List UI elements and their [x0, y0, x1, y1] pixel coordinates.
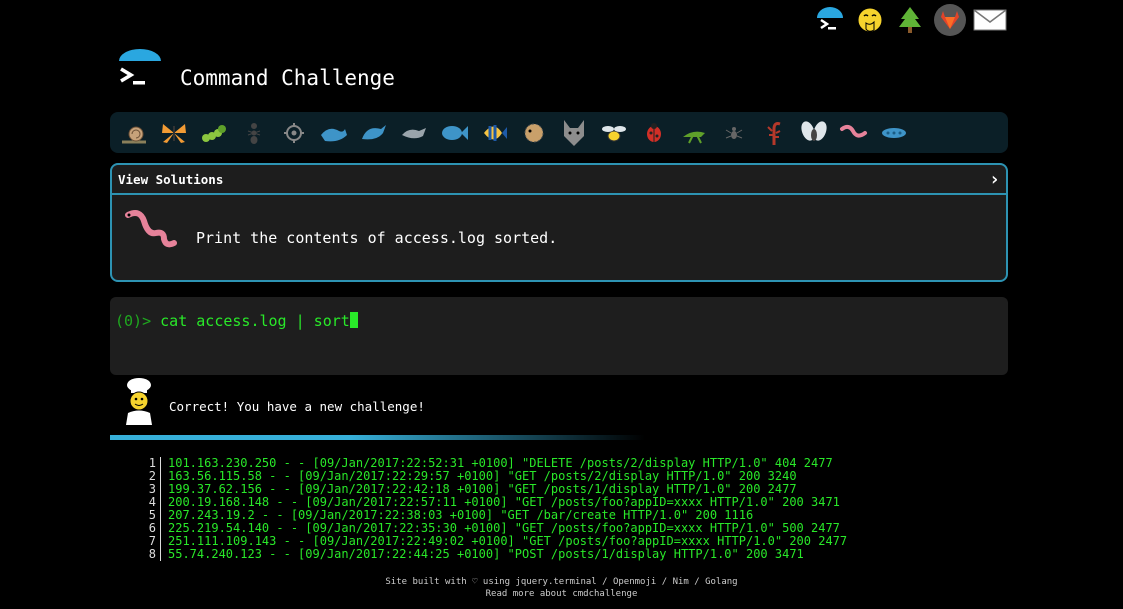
footer-read-more-link[interactable]: Read more about cmdchallenge	[0, 588, 1123, 600]
caterpillar-icon[interactable]	[194, 118, 234, 148]
output-line: 8 55.74.240.123 - - [09/Jan/2017:22:44:25…	[140, 548, 847, 561]
ant-icon[interactable]	[234, 118, 274, 148]
dolphin-icon[interactable]	[354, 118, 394, 148]
gitlab-icon[interactable]	[932, 3, 968, 37]
terminal-cursor	[349, 312, 358, 328]
dolphin-icon[interactable]	[394, 118, 434, 148]
paramecium-icon[interactable]	[874, 118, 914, 148]
spider-icon[interactable]	[714, 118, 754, 148]
fly-icon[interactable]	[794, 118, 834, 148]
terminal-prompt: (0)>	[115, 312, 152, 330]
mail-icon[interactable]	[972, 3, 1008, 37]
wolf-icon[interactable]	[554, 118, 594, 148]
terminal-input-line[interactable]: (0)> cat access.log | sort	[115, 312, 358, 330]
logo-icon	[116, 48, 164, 96]
terminal[interactable]: (0)> cat access.log | sort	[110, 297, 1008, 375]
fish-icon[interactable]	[434, 118, 474, 148]
view-solutions-toggle[interactable]: View Solutions ›	[112, 165, 1006, 195]
snail-icon[interactable]	[114, 118, 154, 148]
command-output: 1 101.163.230.250 - - [09/Jan/2017:22:52:…	[140, 457, 847, 561]
footer: Site built with ♡ using jquery.terminal …	[0, 576, 1123, 600]
challenge-panel: View Solutions › Print the contents of a…	[110, 163, 1008, 282]
tropical-fish-icon[interactable]	[474, 118, 514, 148]
ladybug-icon[interactable]	[634, 118, 674, 148]
chef-icon	[120, 377, 158, 429]
blowfish-icon[interactable]	[514, 118, 554, 148]
tree-icon[interactable]	[892, 3, 928, 37]
butterfly-icon[interactable]	[154, 118, 194, 148]
terminal-command[interactable]: cat access.log | sort	[160, 312, 350, 330]
scorpion-icon[interactable]	[754, 118, 794, 148]
terminal-icon[interactable]	[812, 3, 848, 37]
worm-icon[interactable]	[834, 118, 874, 148]
output-line-text: 55.74.240.123 - - [09/Jan/2017:22:44:25 …	[168, 547, 804, 561]
chevron-right-icon: ›	[989, 168, 1000, 190]
feedback-message: Correct! You have a new challenge!	[169, 399, 425, 414]
line-number: 8	[140, 548, 161, 561]
page-title: Command Challenge	[180, 66, 395, 90]
view-solutions-label: View Solutions	[118, 171, 224, 187]
animal-progress-bar	[110, 112, 1008, 153]
progress-bar	[110, 435, 645, 440]
worm-icon	[122, 209, 178, 253]
whale-icon[interactable]	[314, 118, 354, 148]
cricket-icon[interactable]	[674, 118, 714, 148]
bee-icon[interactable]	[594, 118, 634, 148]
hand-over-mouth-face-icon[interactable]	[852, 3, 888, 37]
top-icon-bar	[812, 3, 1008, 37]
microbe-icon[interactable]	[274, 118, 314, 148]
footer-credits: Site built with ♡ using jquery.terminal …	[385, 577, 738, 587]
challenge-task-text: Print the contents of access.log sorted.	[196, 229, 558, 247]
